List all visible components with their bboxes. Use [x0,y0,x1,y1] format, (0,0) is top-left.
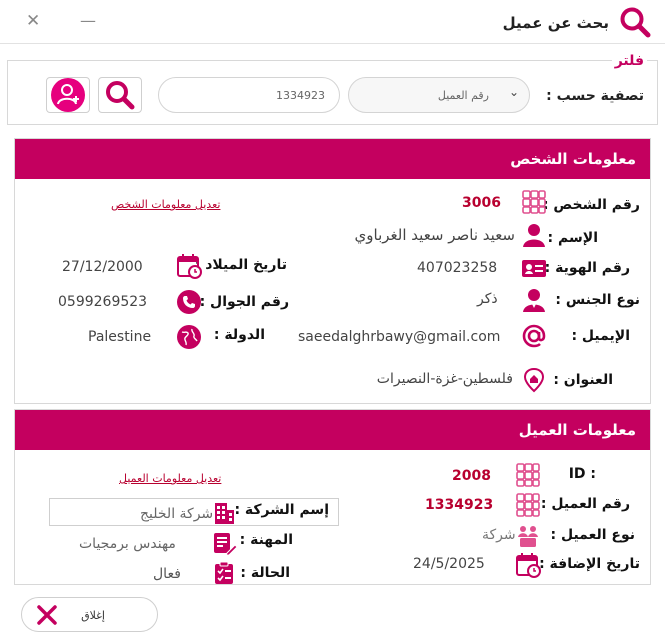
search-icon [620,7,651,38]
building-icon [215,503,234,524]
client-id-value: 2008 [452,468,491,484]
job-icon [214,533,237,556]
phone-icon [177,290,201,314]
address-value: فلسطين-غزة-النصيرات [376,371,513,387]
search-button[interactable] [98,77,142,113]
email-value: saeedalghrbawy@gmail.com [298,329,501,345]
gender-label: نوع الجنس : [555,292,640,308]
location-icon [523,367,545,393]
search-input[interactable] [158,77,340,113]
person-icon [523,224,545,247]
person-info-header: معلومات الشخص [15,139,650,179]
person-info-section: معلومات الشخص تعديل معلومات الشخص رقم ال… [14,138,651,404]
address-label: العنوان : [553,372,613,388]
email-label: الإيميل : [571,328,630,344]
person-number-label: رقم الشخص : [542,197,640,213]
calendar-icon [177,254,202,279]
birth-date-label: تاريخ الميلاد : [194,257,287,273]
title-bar: بحث عن عميل — ✕ [0,0,665,44]
added-date-label: تاريخ الإضافة : [539,556,640,572]
close-button-label: إغلاق [81,609,105,622]
edit-client-link[interactable]: تعديل معلومات العميل [119,472,221,485]
client-number-value: 1334923 [425,497,494,513]
client-id-label: ID : [568,466,596,482]
filter-by-select[interactable]: رقم العميل ⌄ [348,77,530,113]
status-value: فعال [153,566,181,582]
grid-number-icon [516,493,540,517]
status-label: الحالة : [240,565,290,581]
company-name-label: إسم الشركة : [234,502,329,518]
mobile-value: 0599269523 [58,294,148,310]
grid-number-icon [516,463,540,487]
window-title: بحث عن عميل [502,14,609,32]
company-name-value: شركة الخليج [140,506,214,522]
add-user-icon [51,78,85,112]
job-label: المهنة : [239,532,293,548]
close-icon [37,605,57,625]
close-button[interactable]: إغلاق [21,597,158,632]
grid-number-icon [522,190,546,214]
globe-icon [177,325,201,349]
filter-by-value: رقم العميل [437,89,489,102]
country-value: Palestine [88,329,152,345]
id-number-label: رقم الهوية : [544,260,630,276]
edit-person-link[interactable]: تعديل معلومات الشخص [111,198,220,211]
id-number-value: 407023258 [417,260,498,276]
person-number-value: 3006 [462,195,501,211]
client-type-value: شركة [482,527,516,543]
job-value: مهندس برمجيات [79,536,176,552]
search-icon [106,81,135,110]
name-value: سعيد ناصر سعيد الغرباوي [354,226,515,244]
at-sign-icon [522,324,546,348]
status-clipboard-icon [215,561,233,584]
close-window-button[interactable]: ✕ [26,11,40,31]
mobile-label: رقم الجوال : [199,294,289,310]
user-gender-icon [523,289,545,312]
chevron-down-icon: ⌄ [508,85,519,99]
client-number-label: رقم العميل : [540,496,630,512]
add-user-button[interactable] [46,77,90,113]
birth-date-value: 27/12/2000 [62,259,143,275]
client-info-section: معلومات العميل تعديل معلومات العميل ID :… [14,409,651,585]
added-date-value: 24/5/2025 [413,556,485,572]
client-type-icon [518,526,538,547]
id-card-icon [522,260,546,277]
name-label: الإسم : [547,230,598,246]
gender-value: ذكر [477,291,498,307]
client-type-label: نوع العميل : [550,527,636,543]
filter-by-label: تصفية حسب : [546,88,644,104]
minimize-button[interactable]: — [80,11,96,30]
calendar-icon [516,553,541,578]
client-info-header: معلومات العميل [15,410,650,450]
country-label: الدولة : [213,327,265,343]
filter-group: فلتر تصفية حسب : رقم العميل ⌄ [7,53,658,125]
filter-legend: فلتر [611,53,647,69]
